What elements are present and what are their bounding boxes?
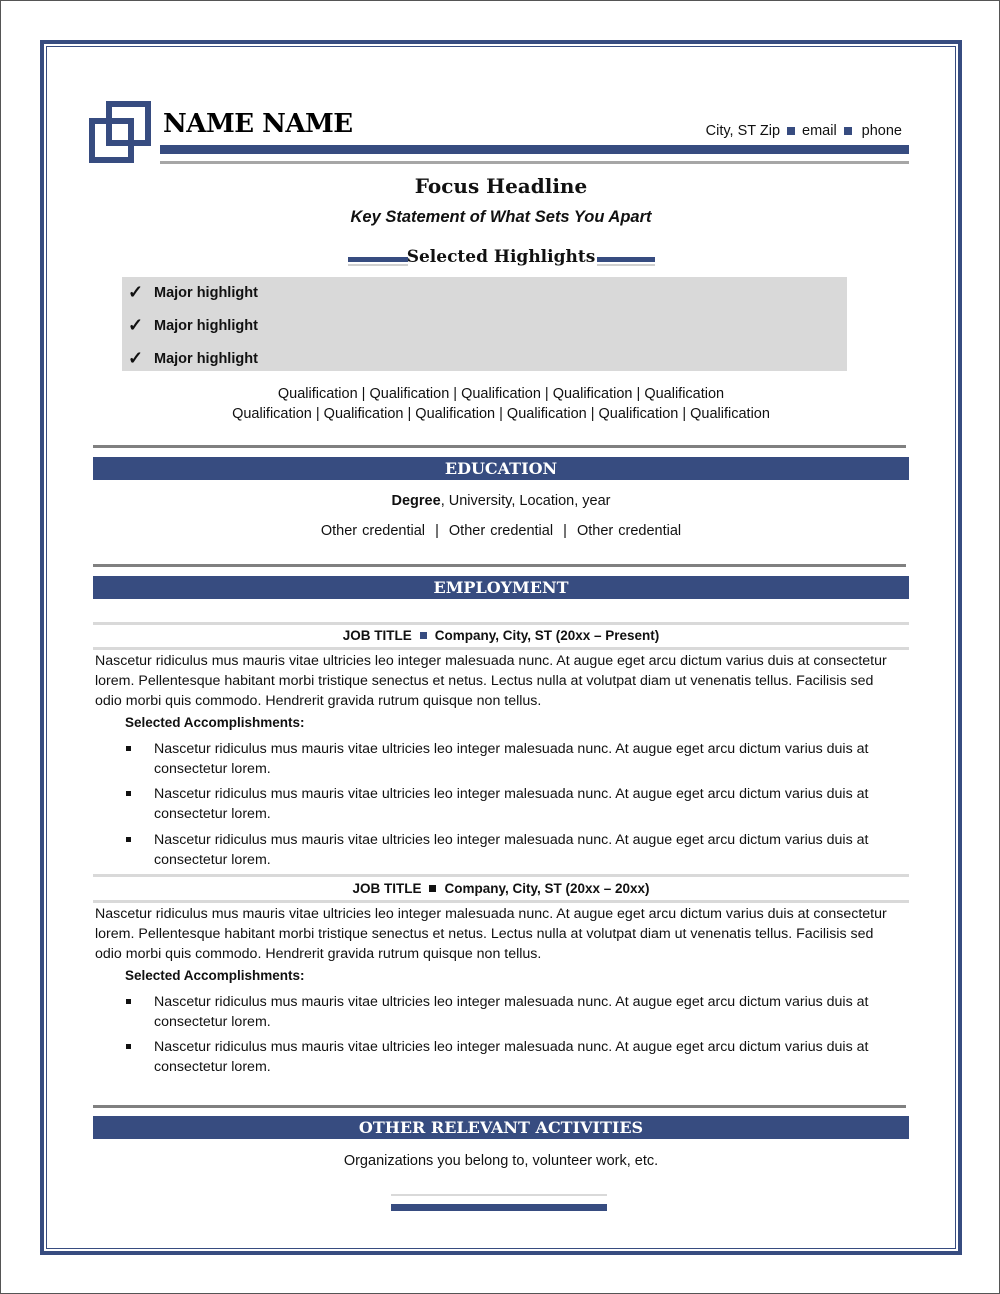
qualifications-line-2: Qualification | Qualification | Qualific…	[232, 406, 770, 422]
highlights-title: Selected Highlights	[406, 247, 596, 267]
highlight-item: ✓ Major highlight	[128, 316, 258, 334]
qualifications-line-1: Qualification | Qualification | Qualific…	[277, 386, 725, 402]
highlight-text: Major highlight	[154, 285, 258, 301]
contact-phone: phone	[861, 123, 902, 139]
accomplishment-text: Nascetur ridiculus mus mauris vitae ultr…	[154, 832, 869, 868]
accomplishment-text: Nascetur ridiculus mus mauris vitae ultr…	[154, 994, 869, 1030]
separator-square-icon	[843, 127, 852, 135]
checkmark-icon: ✓	[128, 282, 144, 302]
highlight-text: Major highlight	[154, 351, 258, 367]
job-title: JOB TITLE	[342, 628, 412, 643]
employment-heading: EMPLOYMENT	[93, 576, 909, 599]
candidate-name: NAME NAME	[163, 109, 353, 139]
highlights-bar-right-underline	[597, 264, 655, 266]
accomplishment-item: Nascetur ridiculus mus mauris vitae ultr…	[125, 830, 905, 870]
highlight-item: ✓ Major highlight	[128, 349, 258, 367]
activities-heading: OTHER RELEVANT ACTIVITIES	[93, 1116, 909, 1139]
job-title: JOB TITLE	[352, 881, 422, 896]
logo-overlapping-squares-icon	[89, 101, 151, 163]
activities-text: Organizations you belong to, volunteer w…	[343, 1153, 659, 1169]
header-rule-blue	[160, 145, 909, 154]
contact-city: City, ST Zip	[705, 123, 781, 139]
accomplishments-label: Selected Accomplishments:	[125, 715, 305, 730]
job-company: Company, City, ST (20xx – Present)	[434, 628, 660, 643]
highlight-item: ✓ Major highlight	[128, 283, 258, 301]
job-rule-bottom	[93, 647, 909, 650]
checkmark-icon: ✓	[128, 315, 144, 335]
accomplishment-item: Nascetur ridiculus mus mauris vitae ultr…	[125, 1037, 905, 1077]
accomplishment-text: Nascetur ridiculus mus mauris vitae ultr…	[154, 1039, 869, 1075]
job-rule-top	[93, 622, 909, 625]
header-rule-gray	[160, 161, 909, 164]
degree-label: Degree	[391, 493, 441, 509]
degree-details: , University, Location, year	[440, 493, 611, 509]
bullet-square-icon	[125, 992, 154, 1032]
section-rule	[93, 1105, 906, 1108]
accomplishment-item: Nascetur ridiculus mus mauris vitae ultr…	[125, 739, 905, 779]
highlights-bar-right	[597, 257, 655, 262]
bullet-square-icon	[125, 1037, 154, 1077]
job-header: JOB TITLE Company, City, ST (20xx – 20xx…	[93, 881, 909, 896]
highlights-box: ✓ Major highlight ✓ Major highlight ✓ Ma…	[122, 277, 847, 371]
bullet-square-icon	[125, 830, 154, 870]
job-company: Company, City, ST (20xx – 20xx)	[444, 881, 650, 896]
key-statement: Key Statement of What Sets You Apart	[350, 208, 652, 226]
accomplishment-item: Nascetur ridiculus mus mauris vitae ultr…	[125, 992, 905, 1032]
accomplishments-label: Selected Accomplishments:	[125, 968, 305, 983]
contact-email: email	[802, 123, 837, 139]
highlight-text: Major highlight	[154, 318, 258, 334]
job-description: Nascetur ridiculus mus mauris vitae ultr…	[95, 653, 887, 709]
education-credentials: Other credential | Other credential | Ot…	[320, 523, 682, 539]
accomplishment-text: Nascetur ridiculus mus mauris vitae ultr…	[154, 741, 869, 777]
footer-rule-gray	[391, 1194, 607, 1196]
education-degree: Degree, University, Location, year	[93, 493, 909, 509]
section-rule	[93, 564, 906, 567]
checkmark-icon: ✓	[128, 348, 144, 368]
section-rule	[93, 445, 906, 448]
bullet-square-icon	[125, 784, 154, 824]
job-rule-top	[93, 874, 909, 877]
job-description: Nascetur ridiculus mus mauris vitae ultr…	[95, 906, 887, 962]
qualifications: Qualification | Qualification | Qualific…	[93, 384, 909, 424]
education-heading: EDUCATION	[93, 457, 909, 480]
separator-square-icon	[429, 885, 437, 892]
separator-square-icon	[419, 632, 427, 639]
accomplishment-item: Nascetur ridiculus mus mauris vitae ultr…	[125, 784, 905, 824]
bullet-square-icon	[125, 739, 154, 779]
footer-rule-blue	[391, 1204, 607, 1211]
job-rule-bottom	[93, 900, 909, 903]
separator-square-icon	[787, 127, 796, 135]
job-header: JOB TITLE Company, City, ST (20xx – Pres…	[93, 628, 909, 643]
focus-headline: Focus Headline	[414, 174, 588, 198]
contact-info: City, ST Zip email phone	[706, 123, 902, 139]
accomplishment-text: Nascetur ridiculus mus mauris vitae ultr…	[154, 786, 869, 822]
